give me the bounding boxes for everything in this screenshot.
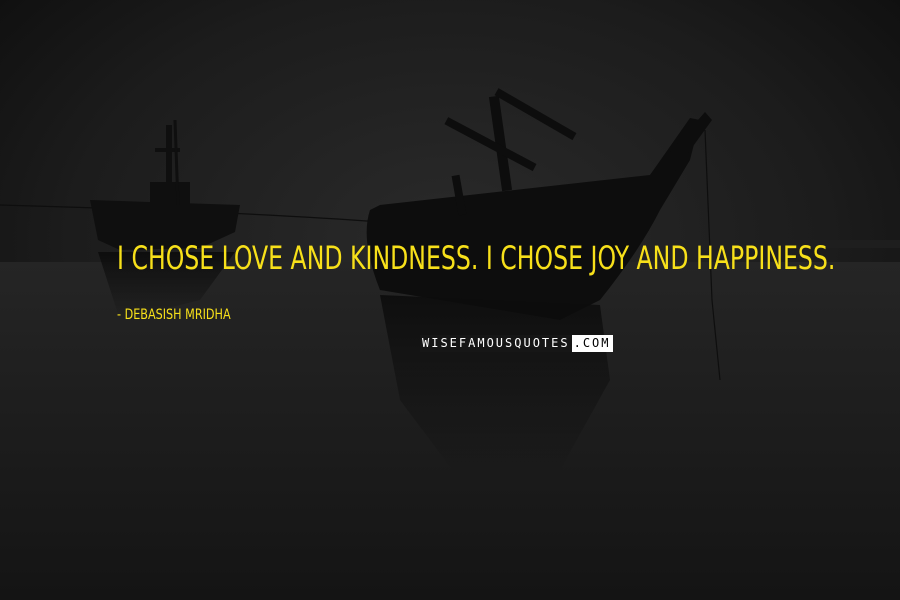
quote-image: I chose love and kindness. I chose joy a…: [0, 0, 900, 600]
quote-author: - Debasish Mridha: [117, 307, 231, 323]
watermark: WISEFAMOUSQUOTES .COM: [420, 335, 620, 352]
watermark-tld: .COM: [571, 335, 613, 352]
shipwreck-photo: [0, 0, 900, 600]
quote-text: I chose love and kindness. I chose joy a…: [117, 239, 836, 277]
watermark-brand: WISEFAMOUSQUOTES: [420, 335, 572, 352]
